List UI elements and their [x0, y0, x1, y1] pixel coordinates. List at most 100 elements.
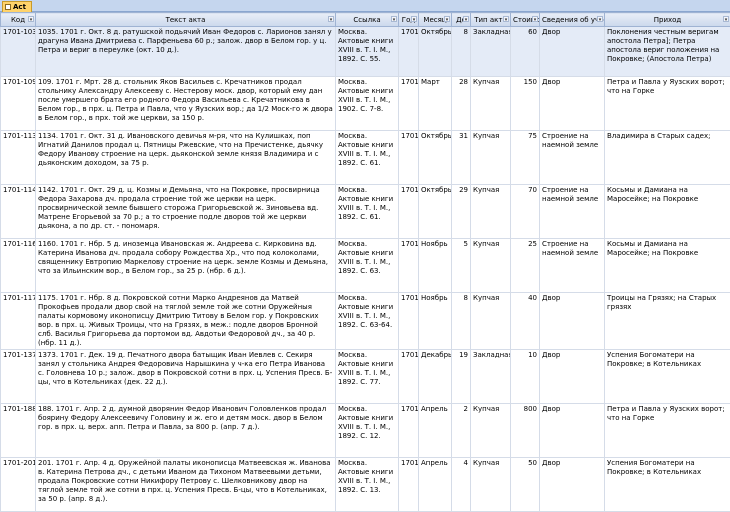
- cell-ref[interactable]: Москва. Актовые книги XVIII в. Т. I. М.,…: [336, 404, 399, 458]
- cell-month[interactable]: Октябрь: [419, 185, 452, 239]
- cell-cost[interactable]: 50: [511, 458, 540, 512]
- cell-ref[interactable]: Москва. Актовые книги XVIII в. Т. I. М.,…: [336, 27, 399, 77]
- column-header-text[interactable]: Текст акта▾: [36, 13, 336, 27]
- cell-parish[interactable]: Косьмы и Дамиана на Маросейке; на Покров…: [605, 185, 730, 239]
- cell-parish[interactable]: Косьмы и Дамиана на Маросейке; на Покров…: [605, 239, 730, 293]
- cell-code[interactable]: 1701-109: [1, 77, 36, 131]
- cell-text[interactable]: 1160. 1701 г. Нбр. 5 д. иноземца Ивановс…: [36, 239, 336, 293]
- sort-dropdown-icon[interactable]: ▾: [463, 16, 469, 22]
- cell-ref[interactable]: Москва. Актовые книги XVIII в. Т. I. М.,…: [336, 458, 399, 512]
- sort-dropdown-icon[interactable]: ▾: [391, 16, 397, 22]
- cell-cost[interactable]: 25: [511, 239, 540, 293]
- cell-ref[interactable]: Москва. Актовые книги XVIII в. Т. I. М.,…: [336, 131, 399, 185]
- sort-dropdown-icon[interactable]: ▾: [532, 16, 538, 22]
- cell-parish[interactable]: Троицы на Грязях; на Старых грязях: [605, 293, 730, 350]
- cell-year[interactable]: 1701: [399, 293, 419, 350]
- cell-year[interactable]: 1701: [399, 404, 419, 458]
- column-header-cost[interactable]: Стоимость▾: [511, 13, 540, 27]
- cell-code[interactable]: 1701-1160: [1, 239, 36, 293]
- cell-parish[interactable]: Успения Богоматери на Покровке; в Котель…: [605, 350, 730, 404]
- cell-month[interactable]: Апрель: [419, 404, 452, 458]
- cell-type[interactable]: Закладная: [471, 350, 511, 404]
- cell-cost[interactable]: 800: [511, 404, 540, 458]
- sort-dropdown-icon[interactable]: ▾: [328, 16, 334, 22]
- table-row[interactable]: 1701-1134 1134. 1701 г. Окт. 31 д. Ивано…: [1, 131, 730, 185]
- cell-plot[interactable]: Строение на наемной земле: [540, 239, 605, 293]
- cell-day[interactable]: 5: [452, 239, 471, 293]
- cell-day[interactable]: 31: [452, 131, 471, 185]
- cell-text[interactable]: 1142. 1701 г. Окт. 29 д. ц. Козмы и Демь…: [36, 185, 336, 239]
- cell-year[interactable]: 1701: [399, 131, 419, 185]
- cell-cost[interactable]: 60: [511, 27, 540, 77]
- cell-type[interactable]: Купчая: [471, 131, 511, 185]
- cell-type[interactable]: Купчая: [471, 293, 511, 350]
- table-row[interactable]: 1701-1373 1373. 1701 г. Дек. 19 д. Печат…: [1, 350, 730, 404]
- cell-year[interactable]: 1701: [399, 458, 419, 512]
- cell-month[interactable]: Апрель: [419, 458, 452, 512]
- cell-year[interactable]: 1701: [399, 185, 419, 239]
- column-header-month[interactable]: Месяц▾: [419, 13, 452, 27]
- sort-dropdown-icon[interactable]: ▾: [411, 16, 417, 22]
- cell-parish[interactable]: Петра и Павла у Яузских ворот; что на Го…: [605, 404, 730, 458]
- cell-ref[interactable]: Москва. Актовые книги XVIII в. Т. I. М.,…: [336, 239, 399, 293]
- cell-plot[interactable]: Двор: [540, 350, 605, 404]
- table-row[interactable]: 1701-188 188. 1701 г. Апр. 2 д. думной д…: [1, 404, 730, 458]
- tab-act[interactable]: Act: [2, 1, 32, 12]
- cell-code[interactable]: 1701-188: [1, 404, 36, 458]
- cell-year[interactable]: 1701: [399, 77, 419, 131]
- cell-ref[interactable]: Москва. Актовые книги XVIII в. Т. I. М.,…: [336, 293, 399, 350]
- cell-type[interactable]: Купчая: [471, 185, 511, 239]
- cell-day[interactable]: 2: [452, 404, 471, 458]
- cell-code[interactable]: 1701-1373: [1, 350, 36, 404]
- table-row[interactable]: 1701-1175 1175. 1701 г. Нбр. 8 д. Покров…: [1, 293, 730, 350]
- cell-code[interactable]: 1701-201: [1, 458, 36, 512]
- cell-plot[interactable]: Двор: [540, 404, 605, 458]
- cell-cost[interactable]: 75: [511, 131, 540, 185]
- cell-text[interactable]: 188. 1701 г. Апр. 2 д. думной дворянин Ф…: [36, 404, 336, 458]
- cell-parish[interactable]: Петра и Павла у Яузских ворот; что на Го…: [605, 77, 730, 131]
- table-row[interactable]: 1701-1142 1142. 1701 г. Окт. 29 д. ц. Ко…: [1, 185, 730, 239]
- column-header-plot[interactable]: Сведения об участке▾: [540, 13, 605, 27]
- cell-type[interactable]: Купчая: [471, 404, 511, 458]
- cell-parish[interactable]: Успения Богоматери на Покровке; в Котель…: [605, 458, 730, 512]
- cell-ref[interactable]: Москва. Актовые книги XVIII в. Т. I. М.,…: [336, 185, 399, 239]
- table-row[interactable]: 1701-1035 1035. 1701 г. Окт. 8 д. ратушс…: [1, 27, 730, 77]
- cell-month[interactable]: Октябрь: [419, 27, 452, 77]
- cell-cost[interactable]: 40: [511, 293, 540, 350]
- cell-text[interactable]: 109. 1701 г. Мрт. 28 д. стольник Яков Ва…: [36, 77, 336, 131]
- cell-text[interactable]: 1035. 1701 г. Окт. 8 д. ратушской подьяч…: [36, 27, 336, 77]
- cell-plot[interactable]: Двор: [540, 293, 605, 350]
- cell-text[interactable]: 1175. 1701 г. Нбр. 8 д. Покровской сотни…: [36, 293, 336, 350]
- cell-year[interactable]: 1701: [399, 350, 419, 404]
- cell-year[interactable]: 1701: [399, 239, 419, 293]
- column-header-year[interactable]: Год▾: [399, 13, 419, 27]
- cell-code[interactable]: 1701-1175: [1, 293, 36, 350]
- cell-type[interactable]: Купчая: [471, 458, 511, 512]
- cell-cost[interactable]: 10: [511, 350, 540, 404]
- table-row[interactable]: 1701-1160 1160. 1701 г. Нбр. 5 д. инозем…: [1, 239, 730, 293]
- sort-dropdown-icon[interactable]: ▾: [444, 16, 450, 22]
- cell-type[interactable]: Купчая: [471, 239, 511, 293]
- cell-parish[interactable]: Поклонения честным веригам апостола Петр…: [605, 27, 730, 77]
- cell-month[interactable]: Ноябрь: [419, 293, 452, 350]
- cell-month[interactable]: Март: [419, 77, 452, 131]
- sort-dropdown-icon[interactable]: ▾: [503, 16, 509, 22]
- cell-year[interactable]: 1701: [399, 27, 419, 77]
- cell-code[interactable]: 1701-1142: [1, 185, 36, 239]
- cell-ref[interactable]: Москва. Актовые книги XVIII в. Т. I. М.,…: [336, 77, 399, 131]
- cell-cost[interactable]: 70: [511, 185, 540, 239]
- cell-month[interactable]: Октябрь: [419, 131, 452, 185]
- sort-dropdown-icon[interactable]: ▾: [597, 16, 603, 22]
- cell-text[interactable]: 1373. 1701 г. Дек. 19 д. Печатного двора…: [36, 350, 336, 404]
- column-header-day[interactable]: Де▾: [452, 13, 471, 27]
- column-header-parish[interactable]: Приход▾: [605, 13, 730, 27]
- cell-plot[interactable]: Двор: [540, 77, 605, 131]
- column-header-code[interactable]: Код▾: [1, 13, 36, 27]
- cell-type[interactable]: Купчая: [471, 77, 511, 131]
- cell-day[interactable]: 8: [452, 293, 471, 350]
- cell-ref[interactable]: Москва. Актовые книги XVIII в. Т. I. М.,…: [336, 350, 399, 404]
- cell-month[interactable]: Декабрь: [419, 350, 452, 404]
- cell-day[interactable]: 28: [452, 77, 471, 131]
- column-header-type[interactable]: Тип акта▾: [471, 13, 511, 27]
- cell-text[interactable]: 1134. 1701 г. Окт. 31 д. Ивановского дев…: [36, 131, 336, 185]
